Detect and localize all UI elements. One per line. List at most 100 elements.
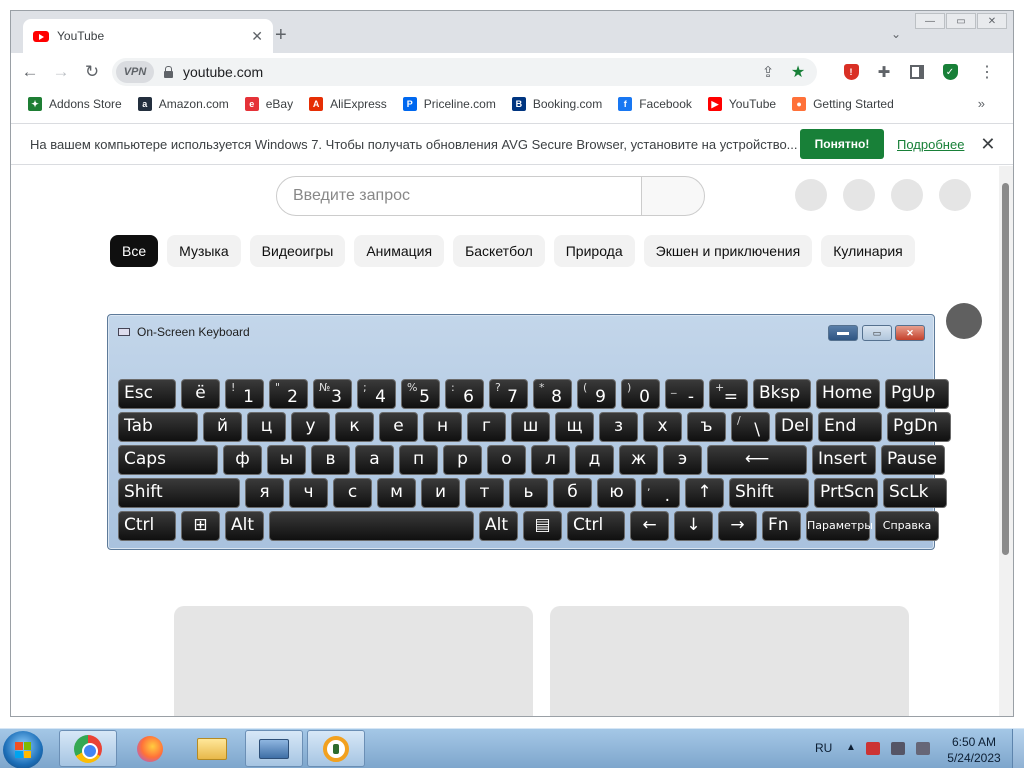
osk-key[interactable]: + = (709, 379, 748, 409)
osk-key[interactable]: Alt (225, 511, 264, 541)
lock-icon[interactable] (164, 65, 173, 78)
youtube-search-button[interactable] (641, 176, 705, 216)
osk-minimize-button[interactable] (828, 325, 858, 341)
osk-key[interactable]: с (333, 478, 372, 508)
tab-close-icon[interactable]: ✕ (251, 28, 263, 45)
osk-key[interactable]: :6 (445, 379, 484, 409)
category-chip[interactable]: Экшен и приключения (643, 235, 813, 267)
osk-key[interactable]: л (531, 445, 570, 475)
placeholder-icon[interactable] (795, 179, 827, 211)
volume-muted-icon[interactable] (916, 742, 930, 755)
osk-key[interactable]: Bksp (753, 379, 811, 409)
osk-key[interactable]: ? 7 (489, 379, 528, 409)
osk-key[interactable]: Esc (118, 379, 176, 409)
osk-key[interactable]: № 3 (313, 379, 352, 409)
osk-key[interactable]: з (599, 412, 638, 442)
osk-key[interactable]: ч (289, 478, 328, 508)
osk-key[interactable]: (9 (577, 379, 616, 409)
bookmark-item[interactable]: ✦ Addons Store (28, 97, 122, 111)
osk-key[interactable]: ц (247, 412, 286, 442)
osk-key[interactable]: ScLk (883, 478, 947, 508)
osk-key[interactable]: Tab (118, 412, 198, 442)
start-button[interactable] (3, 731, 43, 768)
back-button[interactable]: ← (18, 60, 42, 84)
osk-key[interactable]: ▤ (523, 511, 562, 541)
placeholder-icon[interactable] (891, 179, 923, 211)
bookmark-item[interactable]: ▶ YouTube (707, 97, 776, 111)
osk-key[interactable]: End (818, 412, 882, 442)
osk-key[interactable]: ↓ (674, 511, 713, 541)
osk-key[interactable]: и (421, 478, 460, 508)
osk-key[interactable]: щ (555, 412, 594, 442)
new-tab-button[interactable]: + (275, 25, 287, 45)
bookmark-item[interactable]: e eBay (244, 97, 293, 111)
osk-key[interactable]: Caps (118, 445, 218, 475)
osk-key[interactable]: Insert (812, 445, 876, 475)
menu-button[interactable]: ⋮ (975, 60, 999, 84)
tab-youtube[interactable]: YouTube ✕ (23, 19, 273, 53)
placeholder-icon[interactable] (939, 179, 971, 211)
share-icon[interactable]: ⇪ (757, 61, 779, 83)
osk-key[interactable]: Shift (118, 478, 240, 508)
osk-key[interactable]: й (203, 412, 242, 442)
osk-key[interactable]: ⟵ (707, 445, 807, 475)
taskbar-explorer[interactable] (183, 730, 241, 767)
category-chip[interactable]: Анимация (354, 235, 445, 267)
bookmarks-overflow-button[interactable]: » (978, 96, 985, 111)
osk-key[interactable]: Home (816, 379, 880, 409)
infobar-ok-button[interactable]: Понятно! (800, 129, 884, 159)
bookmark-item[interactable]: P Priceline.com (402, 97, 496, 111)
osk-key[interactable]: б (553, 478, 592, 508)
osk-key[interactable]: ↑ (685, 478, 724, 508)
close-window-button[interactable]: ✕ (977, 13, 1007, 29)
osk-key[interactable]: * 8 (533, 379, 572, 409)
osk-key[interactable]: а (355, 445, 394, 475)
infobar-close-icon[interactable]: ✕ (980, 134, 995, 155)
taskbar-avg-browser[interactable] (307, 730, 365, 767)
side-panel-button[interactable] (905, 60, 929, 84)
bookmark-item[interactable]: ● Getting Started (792, 97, 894, 111)
osk-key[interactable]: о (487, 445, 526, 475)
osk-key[interactable]: к (335, 412, 374, 442)
osk-key[interactable]: Ctrl (567, 511, 625, 541)
network-icon[interactable] (891, 742, 905, 755)
bookmark-item[interactable]: f Facebook (618, 97, 692, 111)
placeholder-icon[interactable] (843, 179, 875, 211)
osk-maximize-button[interactable]: ▭ (862, 325, 892, 341)
forward-button[interactable]: → (49, 60, 73, 84)
url-text[interactable]: youtube.com (183, 64, 757, 80)
osk-key[interactable]: ъ (687, 412, 726, 442)
reload-button[interactable]: ↻ (80, 60, 104, 84)
osk-key[interactable]: в (311, 445, 350, 475)
osk-key[interactable]: ю (597, 478, 636, 508)
category-chip[interactable]: Музыка (167, 235, 241, 267)
osk-key[interactable]: ) 0 (621, 379, 660, 409)
action-center-icon[interactable] (866, 742, 880, 755)
osk-key[interactable]: м (377, 478, 416, 508)
osk-key[interactable]: Shift (729, 478, 809, 508)
osk-key[interactable] (269, 511, 474, 541)
osk-key[interactable]: Del (775, 412, 813, 442)
osk-key[interactable]: _ - (665, 379, 704, 409)
video-card-placeholder[interactable] (550, 606, 909, 716)
osk-key[interactable]: е (379, 412, 418, 442)
osk-key[interactable]: т (465, 478, 504, 508)
osk-close-button[interactable]: ✕ (895, 325, 925, 341)
osk-key[interactable]: р (443, 445, 482, 475)
osk-key[interactable]: н (423, 412, 462, 442)
osk-key[interactable]: Alt (479, 511, 518, 541)
osk-key[interactable]: ← (630, 511, 669, 541)
taskbar-firefox[interactable] (121, 730, 179, 767)
bookmark-star-icon[interactable]: ★ (787, 61, 809, 83)
category-chip[interactable]: Природа (553, 235, 635, 267)
avg-extension-button[interactable]: ! (839, 60, 863, 84)
osk-key[interactable]: ш (511, 412, 550, 442)
taskbar-chrome[interactable] (59, 730, 117, 767)
osk-key[interactable]: ж (619, 445, 658, 475)
osk-key[interactable]: Fn (762, 511, 801, 541)
osk-key[interactable]: п (399, 445, 438, 475)
osk-key[interactable]: " 2 (269, 379, 308, 409)
osk-key[interactable]: Справка (875, 511, 939, 541)
clock[interactable]: 6:50 AM 5/24/2023 (944, 734, 1004, 766)
osk-key[interactable]: PrtScn (814, 478, 878, 508)
